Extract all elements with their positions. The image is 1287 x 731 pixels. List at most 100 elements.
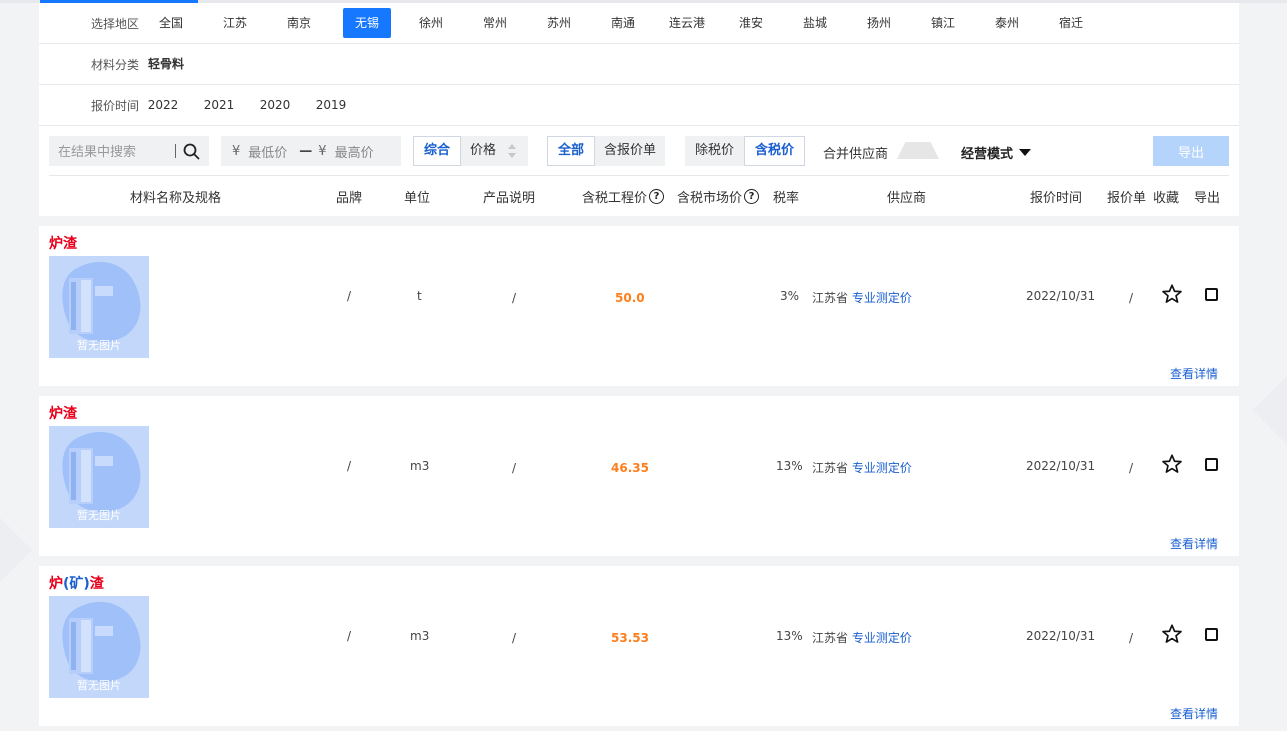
- result-search: [49, 136, 209, 166]
- export-checkbox[interactable]: [1205, 288, 1218, 301]
- help-icon[interactable]: ?: [744, 189, 760, 204]
- sort-arrows-icon: [508, 144, 517, 158]
- year-option-2020[interactable]: 2020: [257, 90, 293, 120]
- quote-date-value: 2022/10/31: [1026, 629, 1096, 643]
- quote-doc-value: /: [1129, 461, 1134, 475]
- favorite-star-icon[interactable]: [1161, 453, 1183, 475]
- tax-mode-switch: 除税价 含税价: [685, 136, 806, 166]
- supplier-province: 江苏省: [812, 631, 849, 645]
- search-input[interactable]: [49, 136, 175, 166]
- business-mode-dropdown[interactable]: 经营模式: [961, 143, 1032, 162]
- product-card: 炉(矿)渣 暂无图片 / m3 / 53.53 13% 江苏省 专业测定价 20…: [39, 566, 1239, 726]
- eng-price-value: 53.53: [611, 631, 649, 645]
- col-market-price-label: 含税市场价: [677, 191, 743, 206]
- filter-panel: 选择地区 全国 江苏 南京 无锡 徐州 常州 苏州 南通 连云港 淮安 盐城 扬…: [39, 3, 1239, 126]
- col-supplier: 供应商: [887, 191, 927, 206]
- product-image-placeholder: 暂无图片: [49, 426, 149, 528]
- export-checkbox[interactable]: [1205, 458, 1218, 471]
- quote-date-value: 2022/10/31: [1026, 289, 1096, 303]
- help-icon[interactable]: ?: [649, 189, 665, 204]
- no-image-text: 暂无图片: [77, 509, 121, 522]
- no-image-text: 暂无图片: [77, 339, 121, 352]
- view-details-link[interactable]: 查看详情: [1170, 705, 1218, 722]
- col-name: 材料名称及规格: [130, 191, 222, 206]
- col-favorite: 收藏: [1153, 191, 1180, 206]
- tax-rate-value: 3%: [780, 289, 800, 303]
- view-details-link[interactable]: 查看详情: [1170, 535, 1218, 552]
- region-option-nantong[interactable]: 南通: [601, 8, 645, 38]
- export-checkbox[interactable]: [1205, 628, 1218, 641]
- region-option-yangzhou[interactable]: 扬州: [857, 8, 901, 38]
- region-option-zhenjiang[interactable]: 镇江: [921, 8, 965, 38]
- region-option-nanjing[interactable]: 南京: [277, 8, 321, 38]
- all-results-button[interactable]: 全部: [547, 136, 596, 166]
- col-quote-doc: 报价单: [1107, 191, 1147, 206]
- currency-symbol: ¥: [232, 143, 241, 159]
- favorite-star-icon[interactable]: [1161, 283, 1183, 305]
- category-filter-row: 材料分类 轻骨料: [39, 44, 1239, 85]
- with-quote-button[interactable]: 含报价单: [595, 136, 665, 166]
- region-filter-label: 选择地区: [91, 16, 140, 31]
- price-range-separator: —: [299, 143, 313, 159]
- sort-default-button[interactable]: 综合: [413, 136, 462, 166]
- year-option-2022[interactable]: 2022: [145, 90, 181, 120]
- product-name[interactable]: 炉渣: [49, 233, 77, 253]
- product-name[interactable]: 炉(矿)渣: [49, 573, 104, 593]
- year-option-2019[interactable]: 2019: [313, 90, 349, 120]
- sort-switch: 综合 价格: [413, 136, 529, 166]
- exclude-tax-button[interactable]: 除税价: [685, 136, 744, 166]
- tax-rate-value: 13%: [776, 459, 803, 473]
- supplier-link[interactable]: 专业测定价: [852, 631, 912, 645]
- region-option-yancheng[interactable]: 盐城: [793, 8, 837, 38]
- product-image-placeholder: 暂无图片: [49, 256, 149, 358]
- search-icon[interactable]: [176, 136, 206, 166]
- merge-supplier-toggle[interactable]: [897, 142, 939, 159]
- product-image-placeholder: 暂无图片: [49, 596, 149, 698]
- region-option-xuzhou[interactable]: 徐州: [409, 8, 453, 38]
- toolbar-divider: [49, 175, 1229, 176]
- quote-doc-value: /: [1129, 291, 1134, 305]
- region-option-taizhou[interactable]: 泰州: [985, 8, 1029, 38]
- business-mode-label: 经营模式: [961, 147, 1014, 162]
- supplier-province: 江苏省: [812, 291, 849, 305]
- product-name[interactable]: 炉渣: [49, 403, 77, 423]
- col-quote-time: 报价时间: [1030, 191, 1083, 206]
- category-option-lightweight-aggregate[interactable]: 轻骨料: [148, 49, 184, 79]
- currency-symbol: ¥: [318, 143, 327, 159]
- price-range-filter: ¥ 最低价 — ¥ 最高价: [221, 136, 401, 166]
- no-image-text: 暂无图片: [77, 679, 121, 692]
- region-option-all[interactable]: 全国: [149, 8, 193, 38]
- region-option-changzhou[interactable]: 常州: [473, 8, 517, 38]
- eng-price-value: 50.0: [615, 291, 645, 305]
- region-option-suzhou[interactable]: 苏州: [537, 8, 581, 38]
- region-option-suqian[interactable]: 宿迁: [1049, 8, 1093, 38]
- quote-doc-value: /: [1129, 631, 1134, 645]
- region-option-lianyungang[interactable]: 连云港: [661, 8, 713, 38]
- quote-filter-switch: 全部 含报价单: [547, 136, 666, 166]
- caret-down-icon: [1019, 148, 1032, 156]
- region-option-jiangsu[interactable]: 江苏: [213, 8, 257, 38]
- export-button[interactable]: 导出: [1153, 136, 1229, 166]
- col-market-price: 含税市场价 ?: [677, 187, 760, 206]
- supplier-province: 江苏省: [812, 461, 849, 475]
- brand-value: /: [347, 459, 352, 473]
- favorite-star-icon[interactable]: [1161, 623, 1183, 645]
- col-eng-price: 含税工程价 ?: [582, 187, 665, 206]
- quote-time-filter-row: 报价时间 2022 2021 2020 2019: [39, 85, 1239, 126]
- year-option-2021[interactable]: 2021: [201, 90, 237, 120]
- include-tax-button[interactable]: 含税价: [744, 136, 806, 166]
- brand-value: /: [347, 629, 352, 643]
- col-unit: 单位: [404, 191, 431, 206]
- product-card: 炉渣 暂无图片 / t / 50.0 3% 江苏省 专业测定价 2022/10/…: [39, 226, 1239, 386]
- desc-value: /: [512, 461, 517, 475]
- region-option-huaian[interactable]: 淮安: [729, 8, 773, 38]
- min-price-input[interactable]: 最低价: [248, 142, 287, 161]
- sort-price-button[interactable]: 价格: [461, 136, 528, 166]
- view-details-link[interactable]: 查看详情: [1170, 365, 1218, 382]
- supplier-value: 江苏省 专业测定价: [812, 459, 912, 476]
- supplier-value: 江苏省 专业测定价: [812, 629, 912, 646]
- supplier-link[interactable]: 专业测定价: [852, 461, 912, 475]
- region-option-wuxi[interactable]: 无锡: [343, 8, 391, 38]
- supplier-link[interactable]: 专业测定价: [852, 291, 912, 305]
- max-price-input[interactable]: 最高价: [335, 142, 374, 161]
